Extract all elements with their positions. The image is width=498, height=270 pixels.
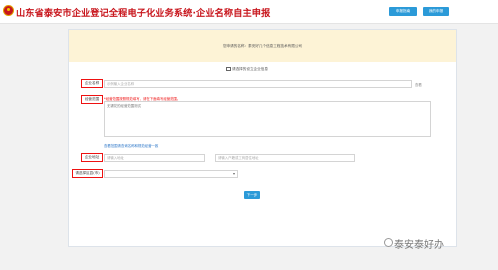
business-scope-textarea[interactable]: 无锡花的经营范围测试 [104, 101, 431, 137]
business-scope-label: 经营范围 [84, 97, 100, 101]
address-input-1[interactable]: 请输入地址 [104, 154, 205, 162]
region-label: 请选择区县(市) [75, 171, 100, 175]
wechat-icon [384, 238, 393, 247]
enterprise-name-input[interactable]: 示例输入企业名称 [104, 80, 412, 88]
address-input-2[interactable]: 请输入户籍或工商居住地址 [215, 154, 355, 162]
business-scope-value: 无锡花的经营范围测试 [107, 104, 141, 108]
top-header: 山东省泰安市企业登记全程电子化业务系统·企业名称自主申报 申报指南 我的申报 [0, 0, 498, 24]
business-scope-help-link[interactable]: 查看范围请查询名称和规范经营一致 [104, 143, 158, 148]
address-label: 企业地址 [84, 155, 100, 159]
next-button[interactable]: 下一步 [244, 191, 260, 199]
my-applications-button[interactable]: 我的申报 [423, 7, 449, 16]
page-title: 山东省泰安市企业登记全程电子化业务系统·企业名称自主申报 [16, 8, 271, 19]
chevron-down-icon [233, 173, 235, 175]
enterprise-name-suffix[interactable]: 查看 [415, 82, 422, 87]
region-select[interactable] [104, 170, 238, 178]
enterprise-link[interactable]: 请选择的设立企业信息 [226, 67, 268, 72]
watermark-text: 泰安泰好办 [394, 240, 444, 251]
notice-text: 您申请的名称：泰安好几个信息工程技术有限公司 [222, 44, 303, 48]
enterprise-link-label: 请选择的设立企业信息 [232, 67, 268, 71]
logo-icon [3, 5, 14, 16]
application-form-card: 您申请的名称：泰安好几个信息工程技术有限公司 请选择的设立企业信息 企业名称 示… [68, 29, 457, 247]
notice-banner: 您申请的名称：泰安好几个信息工程技术有限公司 [69, 30, 456, 62]
document-icon [226, 67, 231, 71]
guide-button[interactable]: 申报指南 [389, 7, 417, 16]
enterprise-name-label: 企业名称 [84, 81, 100, 85]
